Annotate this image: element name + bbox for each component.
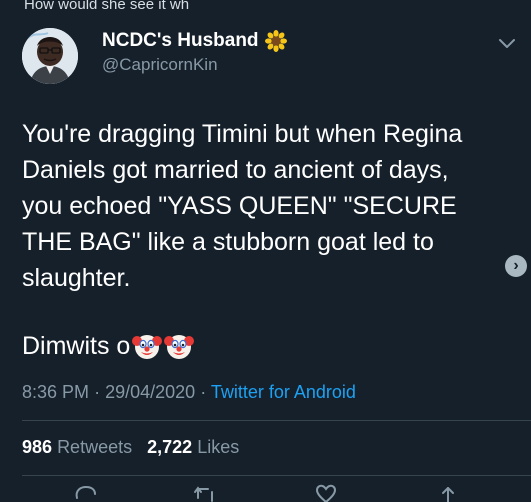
- tweet-line: THE BAG" like a stubborn goat led to: [22, 228, 434, 256]
- likes-count: 2,722: [147, 437, 193, 457]
- tweet-source-link[interactable]: Twitter for Android: [211, 382, 356, 402]
- avatar[interactable]: [22, 28, 78, 84]
- clown-face-icon: [132, 335, 163, 359]
- retweet-icon[interactable]: [193, 484, 217, 502]
- meta-separator: ·: [200, 382, 207, 402]
- tweet-detail-page: How would she see it wh NCDC's Husband @…: [0, 0, 531, 502]
- tweet-line: you echoed "YASS QUEEN" "SECURE: [22, 192, 457, 220]
- chevron-down-icon[interactable]: [498, 36, 516, 50]
- tweet-closing-line: Dimwits o: [22, 326, 195, 366]
- divider: [22, 475, 531, 476]
- meta-separator: ·: [94, 382, 101, 402]
- tweet-meta: 8:36 PM · 29/04/2020 · Twitter for Andro…: [22, 382, 356, 403]
- name-row: NCDC's Husband: [102, 30, 287, 52]
- tweet-header: NCDC's Husband @CapricornKin: [22, 28, 522, 88]
- tweet-text: You're dragging Timini but when Regina D…: [22, 116, 512, 296]
- tweet-closing-text: Dimwits o: [22, 332, 131, 360]
- user-handle[interactable]: @CapricornKin: [102, 55, 218, 75]
- like-icon[interactable]: [314, 484, 338, 502]
- reply-icon[interactable]: [73, 484, 97, 502]
- share-icon[interactable]: [436, 484, 460, 502]
- chevron-right-icon[interactable]: ›: [505, 255, 527, 277]
- divider: [22, 420, 531, 421]
- tweet-line: Daniels got married to ancient of days,: [22, 156, 449, 184]
- tweet-time: 8:36 PM: [22, 382, 90, 402]
- retweets-count: 986: [22, 437, 53, 457]
- reply-context-text: How would she see it wh: [24, 0, 190, 13]
- likes-label: Likes: [197, 437, 240, 457]
- tweet-line: You're dragging Timini but when Regina: [22, 120, 463, 148]
- tweet-stats: 986 Retweets 2,722 Likes: [22, 437, 239, 458]
- tweet-line: slaughter.: [22, 264, 131, 292]
- retweets-stat[interactable]: 986 Retweets: [22, 437, 137, 457]
- action-bar: [0, 484, 531, 502]
- tweet-date: 29/04/2020: [105, 382, 196, 402]
- clown-face-icon: [164, 335, 195, 359]
- display-name[interactable]: NCDC's Husband: [102, 30, 259, 52]
- likes-stat[interactable]: 2,722 Likes: [147, 437, 239, 457]
- sunflower-icon: [264, 30, 287, 52]
- retweets-label: Retweets: [57, 437, 133, 457]
